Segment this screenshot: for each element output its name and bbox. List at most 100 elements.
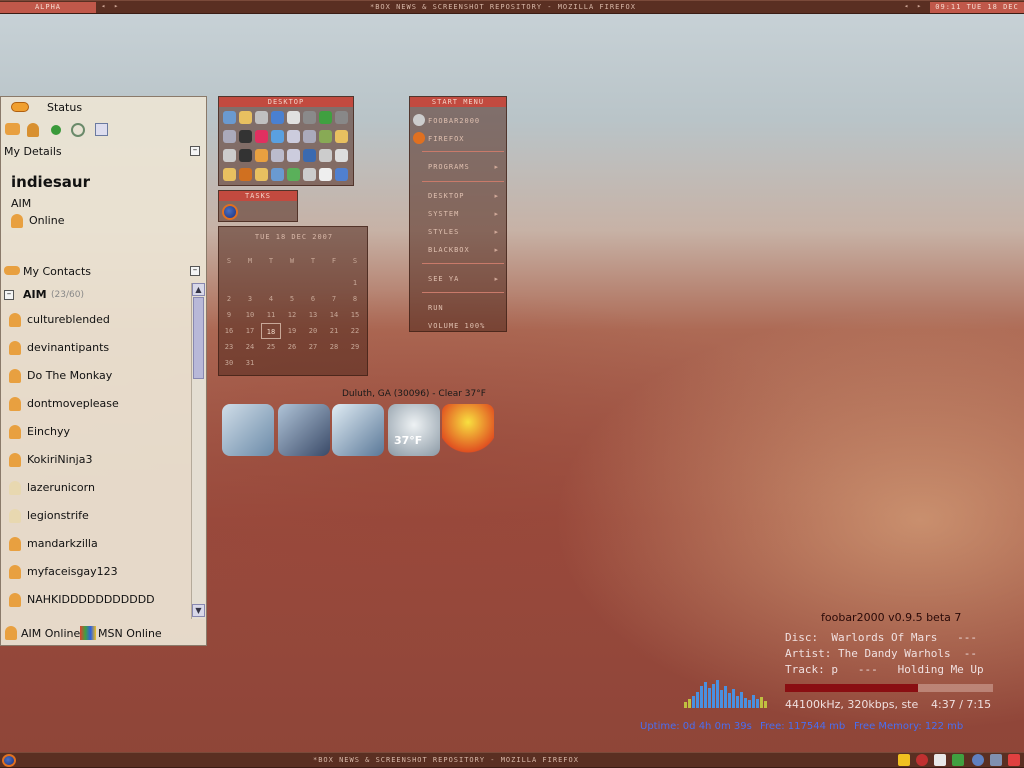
contact-item[interactable]: NAHKIDDDDDDDDDDD [1, 587, 191, 613]
scroll-thumb[interactable] [193, 297, 204, 379]
calendar-day[interactable]: 4 [261, 291, 281, 307]
calendar-day[interactable]: 8 [345, 291, 365, 307]
workspace-label[interactable]: ALPHA [0, 2, 96, 13]
contact-item[interactable]: lazerunicorn [1, 475, 191, 501]
desktop-app-icon[interactable] [319, 168, 332, 181]
start-menu-item[interactable]: FIREFOX [428, 135, 465, 143]
desktop-app-icon[interactable] [335, 149, 348, 162]
calendar-day[interactable]: 28 [324, 339, 344, 355]
online-status[interactable]: Online [11, 213, 71, 229]
start-menu-item[interactable]: RUN [428, 304, 444, 312]
contact-item[interactable]: devinantipants [1, 335, 191, 361]
search-icon[interactable] [71, 123, 85, 137]
shield-icon[interactable] [898, 754, 910, 766]
calendar-day[interactable]: 20 [303, 323, 323, 339]
desktop-app-icon[interactable] [335, 130, 348, 143]
contact-item[interactable]: KokiriNinja3 [1, 447, 191, 473]
desktop-app-icon[interactable] [287, 111, 300, 124]
alert-icon[interactable] [916, 754, 928, 766]
desktop-app-icon[interactable] [319, 149, 332, 162]
start-menu-item[interactable]: BLACKBOX [428, 246, 470, 254]
start-menu-item[interactable]: VOLUME 100% [428, 322, 485, 330]
dock-computer-icon[interactable] [332, 404, 384, 456]
calendar-day[interactable]: 14 [324, 307, 344, 323]
desktop-app-icon[interactable] [223, 149, 236, 162]
calendar-day[interactable]: 3 [240, 291, 260, 307]
desktop-app-icon[interactable] [239, 149, 252, 162]
start-menu-item[interactable]: STYLES [428, 228, 459, 236]
contact-scrollbar[interactable]: ▲ ▼ [191, 283, 205, 619]
calendar-day[interactable]: 25 [261, 339, 281, 355]
start-menu-item[interactable]: FOOBAR2000 [428, 117, 480, 125]
security-icon[interactable] [1008, 754, 1020, 766]
monitor-icon[interactable] [990, 754, 1002, 766]
next-workspace-arrow-icon[interactable]: ▸ [114, 2, 119, 10]
desktop-app-icon[interactable] [335, 168, 348, 181]
foobar-seekbar[interactable] [785, 684, 993, 692]
calendar-day[interactable]: 6 [303, 291, 323, 307]
prev-window-arrow-icon[interactable]: ◂ [904, 2, 909, 10]
desktop-app-icon[interactable] [303, 130, 316, 143]
calendar-day[interactable]: 17 [240, 323, 260, 339]
desktop-app-icon[interactable] [287, 168, 300, 181]
sync-icon[interactable] [972, 754, 984, 766]
desktop-app-icon[interactable] [223, 168, 236, 181]
calendar-day[interactable]: 15 [345, 307, 365, 323]
desktop-app-icon[interactable] [255, 149, 268, 162]
desktop-app-icon[interactable] [223, 130, 236, 143]
contact-item[interactable]: legionstrife [1, 503, 191, 529]
window-title[interactable]: *BOX NEWS & SCREENSHOT REPOSITORY - MOZI… [370, 3, 636, 11]
desktop-app-icon[interactable] [255, 130, 268, 143]
calendar-day[interactable]: 19 [282, 323, 302, 339]
my-details-header[interactable]: My Details – [1, 143, 206, 161]
desktop-app-icon[interactable] [239, 130, 252, 143]
dock-lotus-icon[interactable] [442, 404, 494, 456]
desktop-app-icon[interactable] [271, 111, 284, 124]
contacts-icon[interactable] [5, 123, 20, 135]
calendar-day[interactable]: 11 [261, 307, 281, 323]
calendar-day[interactable]: 12 [282, 307, 302, 323]
contact-item[interactable]: mandarkzilla [1, 531, 191, 557]
calendar-day[interactable]: 1 [345, 275, 365, 291]
my-contacts-header[interactable]: My Contacts – [1, 263, 206, 281]
calendar-day[interactable]: 22 [345, 323, 365, 339]
desktop-app-icon[interactable] [255, 168, 268, 181]
desktop-app-icon[interactable] [335, 111, 348, 124]
aim-group-header[interactable]: – AIM (23/60) [4, 287, 189, 305]
dock-documents-icon[interactable] [222, 404, 274, 456]
calendar-day[interactable]: 21 [324, 323, 344, 339]
desktop-app-icon[interactable] [303, 149, 316, 162]
msn-online-status[interactable]: MSN Online [98, 627, 162, 640]
contact-item[interactable]: Do The Monkay [1, 363, 191, 389]
desktop-app-icon[interactable] [319, 130, 332, 143]
calendar-day[interactable]: 31 [240, 355, 260, 371]
add-buddy-icon[interactable] [27, 123, 39, 137]
desktop-app-icon[interactable] [287, 130, 300, 143]
calendar-day[interactable]: 2 [219, 291, 239, 307]
calendar-day[interactable]: 30 [219, 355, 239, 371]
calendar-day[interactable]: 13 [303, 307, 323, 323]
skull-icon[interactable] [934, 754, 946, 766]
calendar-day[interactable]: 24 [240, 339, 260, 355]
contact-item[interactable]: dontmoveplease [1, 391, 191, 417]
desktop-app-icon[interactable] [255, 111, 268, 124]
collapse-icon[interactable]: – [190, 266, 200, 276]
desktop-app-icon[interactable] [287, 149, 300, 162]
start-menu-item[interactable]: SEE YA [428, 275, 459, 283]
calendar-day[interactable]: 7 [324, 291, 344, 307]
calendar-day[interactable]: 27 [303, 339, 323, 355]
start-menu-item[interactable]: SYSTEM [428, 210, 459, 218]
contact-item[interactable]: cultureblended [1, 307, 191, 333]
calendar-day[interactable]: 29 [345, 339, 365, 355]
firefox-task-icon[interactable] [222, 204, 238, 220]
settings-icon[interactable] [95, 123, 108, 136]
start-menu-item[interactable]: PROGRAMS [428, 163, 470, 171]
desktop-app-icon[interactable] [303, 111, 316, 124]
dock-music-icon[interactable] [278, 404, 330, 456]
scroll-down-icon[interactable]: ▼ [192, 604, 205, 617]
contact-item[interactable]: Einchyy [1, 419, 191, 445]
collapse-group-icon[interactable]: – [4, 290, 14, 300]
desktop-app-icon[interactable] [303, 168, 316, 181]
status-icon[interactable] [51, 125, 61, 135]
desktop-app-icon[interactable] [319, 111, 332, 124]
